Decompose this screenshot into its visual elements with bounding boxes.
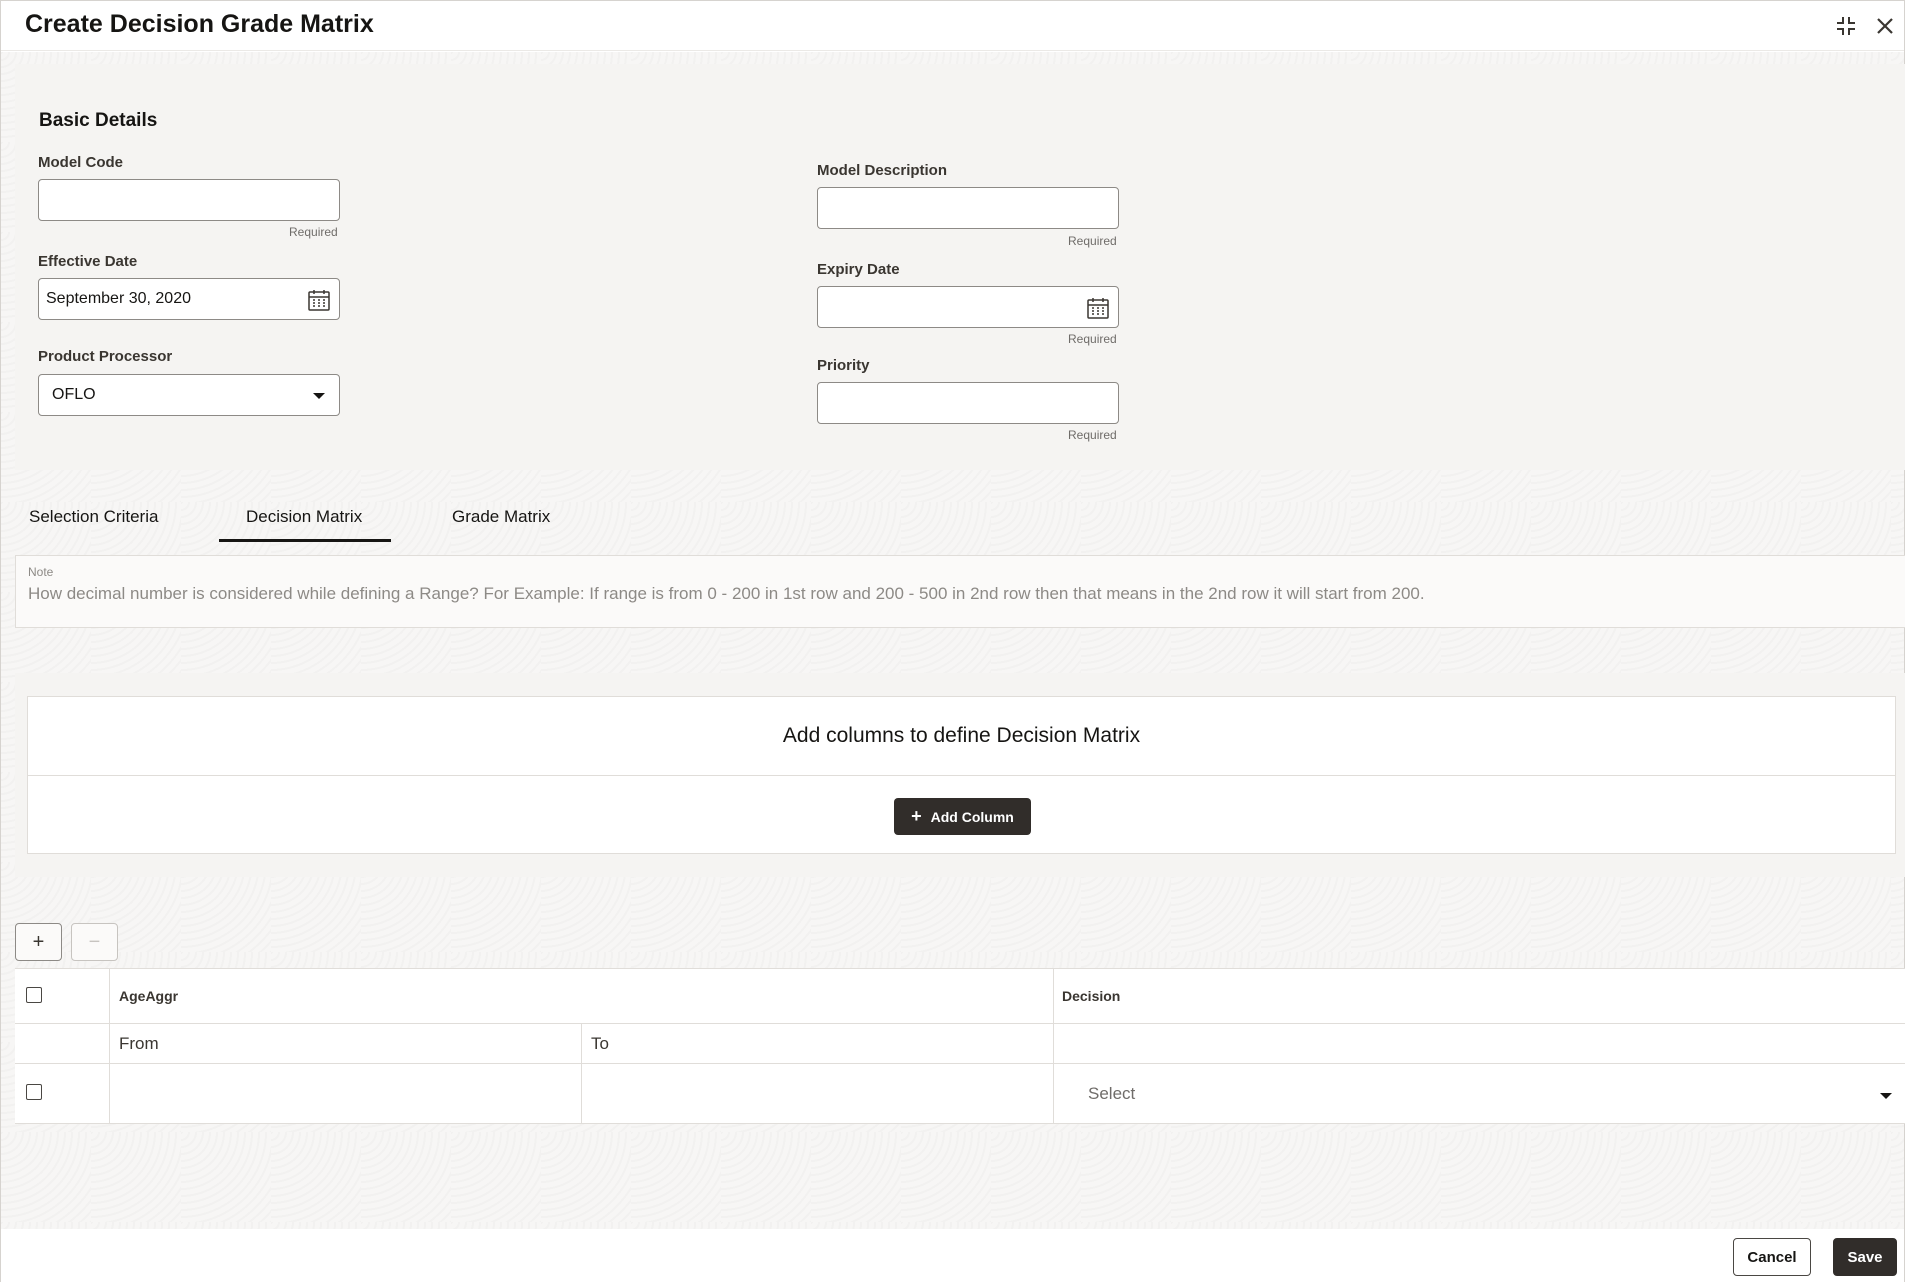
expiry-date-label: Expiry Date [817,261,900,278]
model-description-label: Model Description [817,162,948,179]
product-processor-select[interactable]: OFLO [38,374,340,416]
basic-details-panel: Basic Details Model Code Required Effect… [15,64,1905,470]
sub-header-from: From [110,1024,582,1064]
active-tab-indicator [219,539,391,542]
note-label: Note [28,565,54,579]
calendar-icon[interactable] [1084,294,1112,322]
expiry-date-input[interactable] [817,286,1119,328]
add-column-label: Add Column [930,808,1014,825]
section-title: Basic Details [39,110,158,131]
effective-date-value: September 30, 2020 [46,290,191,307]
model-code-helper: Required [289,225,338,239]
column-header-ageaggr: AgeAggr [110,969,1054,1024]
select-all-checkbox[interactable] [26,987,42,1003]
model-code-input[interactable] [38,179,340,221]
tab-bar: Selection Criteria Decision Matrix Grade… [1,491,1904,543]
dialog-footer: Cancel Save [1,1229,1904,1282]
decision-matrix-panel: Add columns to define Decision Matrix + … [15,673,1905,877]
select-all-cell [15,969,110,1024]
table-row [15,1064,110,1124]
sub-header-decision-spacer [1054,1024,1905,1064]
tab-decision-matrix[interactable]: Decision Matrix [246,507,362,527]
calendar-icon[interactable] [305,286,333,314]
column-header-decision: Decision [1054,969,1905,1024]
decision-matrix-card: Add columns to define Decision Matrix + … [27,696,1896,854]
collapse-icon[interactable] [1831,11,1861,41]
row-checkbox[interactable] [26,1084,42,1100]
to-cell-input[interactable] [582,1064,1054,1124]
decision-matrix-title: Add columns to define Decision Matrix [28,697,1895,776]
priority-input[interactable] [817,382,1119,424]
priority-label: Priority [817,357,870,374]
from-header: From [119,1034,159,1053]
to-header: To [591,1034,609,1053]
effective-date-label: Effective Date [38,253,138,270]
sub-header-spacer [15,1024,110,1064]
priority-helper: Required [1068,428,1117,442]
tab-grade-matrix[interactable]: Grade Matrix [452,507,550,527]
decision-table: AgeAggr Decision From To Select [15,968,1905,1124]
tab-selection-criteria[interactable]: Selection Criteria [29,507,158,527]
cancel-button[interactable]: Cancel [1733,1238,1811,1276]
remove-row-button[interactable]: − [71,923,118,961]
sub-header-to: To [582,1024,1054,1064]
model-code-label: Model Code [38,154,123,171]
from-cell-input[interactable] [110,1064,582,1124]
plus-icon: + [911,806,922,826]
chevron-down-icon [305,382,333,410]
page-title: Create Decision Grade Matrix [25,10,374,38]
note-box: Note How decimal number is considered wh… [15,555,1905,628]
add-column-button[interactable]: + Add Column [894,798,1031,835]
chevron-down-icon [1879,1088,1893,1106]
decision-header: Decision [1062,988,1121,1004]
product-processor-value: OFLO [52,386,96,403]
dialog: Create Decision Grade Matrix Basic Detai… [0,0,1905,1282]
save-button[interactable]: Save [1833,1238,1897,1276]
add-row-button[interactable]: + [15,923,62,961]
close-icon[interactable] [1870,11,1900,41]
expiry-date-helper: Required [1068,332,1117,346]
decision-placeholder: Select [1088,1084,1136,1103]
model-description-input[interactable] [817,187,1119,229]
note-text: How decimal number is considered while d… [28,584,1425,603]
model-description-helper: Required [1068,234,1117,248]
dialog-header: Create Decision Grade Matrix [1,1,1904,51]
effective-date-input[interactable]: September 30, 2020 [38,278,340,320]
ageaggr-header: AgeAggr [119,988,179,1004]
decision-select[interactable]: Select [1054,1064,1905,1124]
product-processor-label: Product Processor [38,348,173,365]
